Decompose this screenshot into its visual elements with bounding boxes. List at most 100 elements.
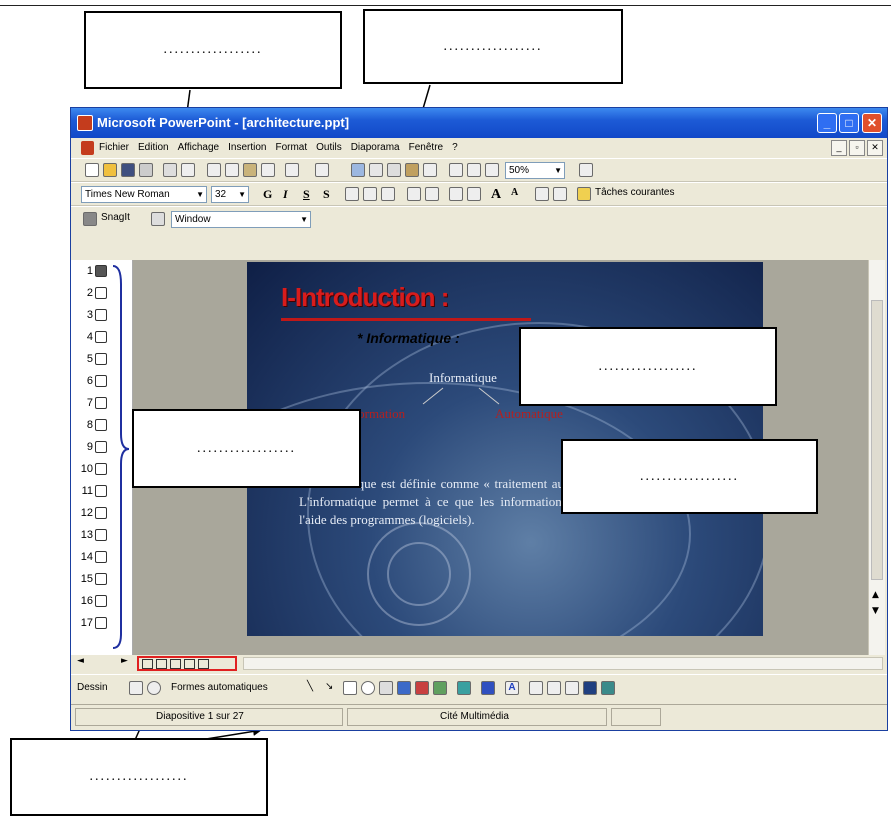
slide-view-icon[interactable] xyxy=(170,658,181,669)
doc-restore-button[interactable]: ▫ xyxy=(849,140,865,156)
bold-button[interactable]: G xyxy=(263,187,272,202)
print-icon[interactable] xyxy=(163,163,177,177)
snagit-icon[interactable] xyxy=(83,212,97,226)
doc-close-button[interactable]: ✕ xyxy=(867,140,883,156)
draw-menu[interactable]: Dessin xyxy=(77,682,108,693)
textbox-icon[interactable] xyxy=(379,681,393,695)
diagram-icon[interactable] xyxy=(415,681,429,695)
sorter-view-icon[interactable] xyxy=(184,658,195,669)
slide-thumb[interactable]: 17 xyxy=(79,614,107,632)
align-left-icon[interactable] xyxy=(345,187,359,201)
menu-help[interactable]: ? xyxy=(452,138,458,158)
undo-icon[interactable] xyxy=(285,163,299,177)
redo-icon[interactable] xyxy=(315,163,329,177)
chart-icon[interactable] xyxy=(405,163,419,177)
menu-edition[interactable]: Edition xyxy=(138,138,169,158)
copy-icon[interactable] xyxy=(225,163,239,177)
slide-thumb[interactable]: 11 xyxy=(79,482,107,500)
open-icon[interactable] xyxy=(103,163,117,177)
slide-thumb[interactable]: 8 xyxy=(79,416,107,434)
permission-icon[interactable] xyxy=(139,163,153,177)
zoom-select[interactable]: 50% ▼ xyxy=(505,162,565,179)
slide-thumb[interactable]: 2 xyxy=(79,284,107,302)
slide-thumb[interactable]: 13 xyxy=(79,526,107,544)
doc-minimize-button[interactable]: _ xyxy=(831,140,847,156)
slide-thumb[interactable]: 14 xyxy=(79,548,107,566)
paste-icon[interactable] xyxy=(243,163,257,177)
arrow-style-icon[interactable] xyxy=(565,681,579,695)
numbering-icon[interactable] xyxy=(407,187,421,201)
autoshapes-menu[interactable]: Formes automatiques xyxy=(171,682,268,693)
font-color-icon[interactable]: A xyxy=(505,681,519,695)
new-icon[interactable] xyxy=(85,163,99,177)
underline-button[interactable]: S xyxy=(303,187,310,202)
shadow-style-icon[interactable] xyxy=(583,681,597,695)
format-painter-icon[interactable] xyxy=(261,163,275,177)
scroll-thumb[interactable] xyxy=(871,300,883,580)
menu-outils[interactable]: Outils xyxy=(316,138,342,158)
slide-thumb[interactable]: 7 xyxy=(79,394,107,412)
slide-thumb[interactable]: 15 xyxy=(79,570,107,588)
slide-thumb[interactable]: 1 xyxy=(79,262,107,280)
bullets-icon[interactable] xyxy=(425,187,439,201)
font-size-select[interactable]: 32 ▼ xyxy=(211,186,249,203)
italic-button[interactable]: I xyxy=(283,187,288,202)
normal-view-icon[interactable] xyxy=(142,658,153,669)
dash-style-icon[interactable] xyxy=(547,681,561,695)
shrink-font-icon[interactable]: A xyxy=(511,187,518,198)
fill-color-icon[interactable] xyxy=(457,681,471,695)
capture-settings-icon[interactable] xyxy=(151,212,165,226)
minimize-button[interactable]: _ xyxy=(817,113,837,133)
line-style-icon[interactable] xyxy=(529,681,543,695)
outline-scroll-right-icon[interactable]: ► xyxy=(121,656,128,666)
grayscale-icon[interactable] xyxy=(485,163,499,177)
align-right-icon[interactable] xyxy=(381,187,395,201)
arrow-icon[interactable]: ↘ xyxy=(325,681,339,695)
promote-icon[interactable] xyxy=(535,187,549,201)
select-arrow-icon[interactable] xyxy=(129,681,143,695)
menu-diaporama[interactable]: Diaporama xyxy=(351,138,400,158)
show-formatting-icon[interactable] xyxy=(467,163,481,177)
slideshow-icon[interactable] xyxy=(198,658,209,669)
expand-all-icon[interactable] xyxy=(449,163,463,177)
3d-style-icon[interactable] xyxy=(601,681,615,695)
maximize-button[interactable]: □ xyxy=(839,113,859,133)
slide-thumb[interactable]: 9 xyxy=(79,438,107,456)
clipart-icon[interactable] xyxy=(433,681,447,695)
slide-thumb[interactable]: 12 xyxy=(79,504,107,522)
font-select[interactable]: Times New Roman ▼ xyxy=(81,186,207,203)
capture-mode-select[interactable]: Window ▼ xyxy=(171,211,311,228)
tables-borders-icon[interactable] xyxy=(387,163,401,177)
demote-icon[interactable] xyxy=(553,187,567,201)
slide-thumb[interactable]: 16 xyxy=(79,592,107,610)
tasks-menu[interactable]: Tâches courantes xyxy=(595,187,675,198)
vertical-scrollbar[interactable]: ▲ ▼ xyxy=(868,260,885,655)
new-slide-icon[interactable] xyxy=(423,163,437,177)
spelling-icon[interactable] xyxy=(181,163,195,177)
prev-slide-icon[interactable]: ▲ xyxy=(872,590,879,600)
rectangle-icon[interactable] xyxy=(343,681,357,695)
menu-insertion[interactable]: Insertion xyxy=(228,138,266,158)
slide-thumb[interactable]: 3 xyxy=(79,306,107,324)
menu-fichier[interactable]: Fichier xyxy=(99,138,129,158)
save-icon[interactable] xyxy=(121,163,135,177)
slide-thumb[interactable]: 10 xyxy=(79,460,107,478)
line-color-icon[interactable] xyxy=(481,681,495,695)
next-slide-icon[interactable]: ▼ xyxy=(872,606,879,616)
outline-view-icon[interactable] xyxy=(156,658,167,669)
menu-format[interactable]: Format xyxy=(275,138,307,158)
document-icon[interactable] xyxy=(81,141,94,155)
cut-icon[interactable] xyxy=(207,163,221,177)
outline-scroll-left-icon[interactable]: ◄ xyxy=(77,656,84,666)
slide-thumb[interactable]: 5 xyxy=(79,350,107,368)
decrease-indent-icon[interactable] xyxy=(449,187,463,201)
increase-indent-icon[interactable] xyxy=(467,187,481,201)
wordart-icon[interactable] xyxy=(397,681,411,695)
slide-thumb[interactable]: 4 xyxy=(79,328,107,346)
menu-fenetre[interactable]: Fenêtre xyxy=(409,138,443,158)
shadow-button[interactable]: S xyxy=(323,187,330,202)
hyperlink-icon[interactable] xyxy=(351,163,365,177)
menu-affichage[interactable]: Affichage xyxy=(178,138,220,158)
oval-icon[interactable] xyxy=(361,681,375,695)
align-center-icon[interactable] xyxy=(363,187,377,201)
